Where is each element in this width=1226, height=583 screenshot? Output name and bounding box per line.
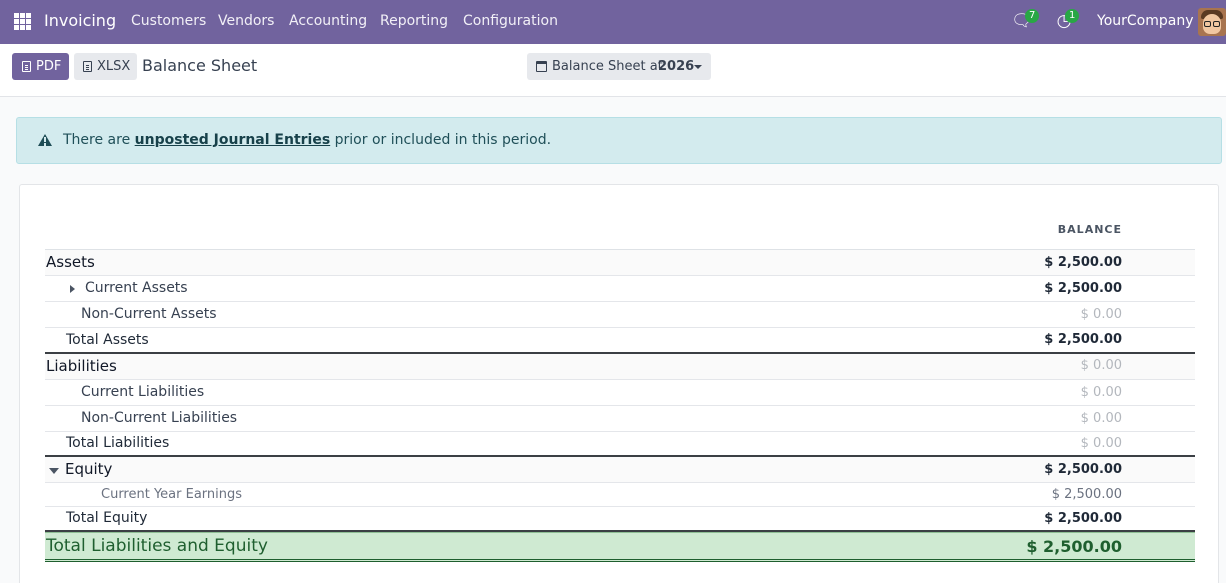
date-filter-dropdown[interactable]: Balance Sheet at: 2026 [527,53,711,80]
table-header: BALANCE [45,185,1195,250]
table-row[interactable]: Current Assets $ 2,500.00 [45,276,1195,302]
table-row[interactable]: Non-Current Liabilities $ 0.00 [45,406,1195,432]
report-card: BALANCE Assets $ 2,500.00 Current Assets… [19,184,1219,583]
menu-configuration[interactable]: Configuration [463,0,558,44]
table-row[interactable]: Assets $ 2,500.00 [45,250,1195,276]
unposted-entries-link[interactable]: unposted Journal Entries [135,132,331,148]
app-name[interactable]: Invoicing [44,0,116,44]
warning-icon [38,134,52,146]
messages-count-badge: 7 [1025,9,1040,23]
file-pdf-icon [22,61,31,72]
table-row[interactable]: Total Equity $ 2,500.00 [45,507,1195,532]
table-row[interactable]: Current Liabilities $ 0.00 [45,380,1195,406]
apps-grid-icon[interactable] [14,13,31,30]
menu-reporting[interactable]: Reporting [380,0,448,44]
unposted-entries-alert: There are unposted Journal Entries prior… [16,117,1222,164]
table-row[interactable]: Total Assets $ 2,500.00 [45,328,1195,354]
grand-total-row[interactable]: Total Liabilities and Equity $ 2,500.00 [45,532,1195,562]
avatar[interactable] [1198,8,1226,36]
balance-column-header: BALANCE [1057,223,1122,236]
table-row[interactable]: Liabilities $ 0.00 [45,354,1195,380]
top-navbar: Invoicing Customers Vendors Accounting R… [0,0,1226,44]
file-excel-icon [83,61,92,72]
pdf-button[interactable]: PDF [12,53,69,80]
table-row[interactable]: Non-Current Assets $ 0.00 [45,302,1195,328]
table-row[interactable]: Equity $ 2,500.00 [45,457,1195,483]
page-title: Balance Sheet [142,56,258,75]
control-panel: PDF XLSX Balance Sheet Balance Sheet at:… [0,44,1226,97]
menu-vendors[interactable]: Vendors [218,0,274,44]
company-switcher[interactable]: YourCompany [1097,0,1194,44]
calendar-icon [536,61,547,72]
xlsx-button[interactable]: XLSX [74,53,137,80]
table-row[interactable]: Current Year Earnings $ 2,500.00 [45,483,1195,507]
activities-count-badge: 1 [1065,9,1080,23]
menu-accounting[interactable]: Accounting [289,0,367,44]
table-row[interactable]: Total Liabilities $ 0.00 [45,432,1195,457]
chevron-down-icon [694,65,702,69]
caret-right-icon[interactable] [70,285,75,293]
caret-down-icon[interactable] [49,468,59,474]
menu-customers[interactable]: Customers [131,0,206,44]
